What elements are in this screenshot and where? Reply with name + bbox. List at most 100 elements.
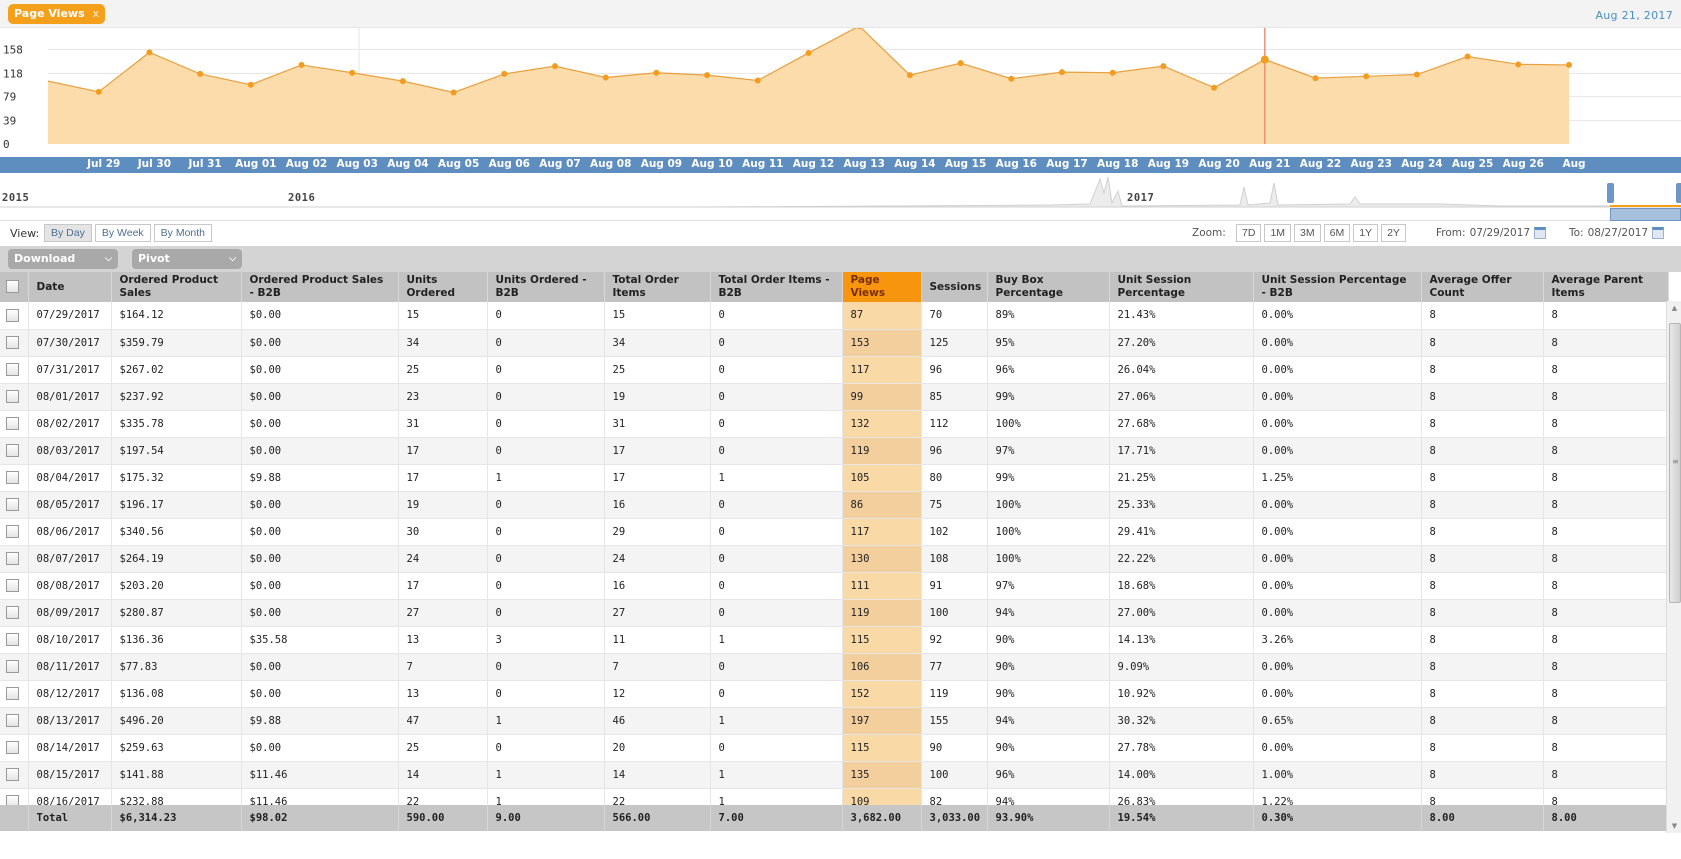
from-date-input[interactable]: 07/29/2017: [1470, 227, 1531, 239]
table-row[interactable]: 08/03/2017 $197.54 $0.00 17 0 17 0 119 96 97% 17.7…: [0, 437, 1669, 465]
table-cell: 13: [398, 626, 488, 654]
table-row[interactable]: 08/14/2017 $259.63 $0.00 25 0 20 0 115 90 90% 27.7…: [0, 734, 1669, 762]
table-row[interactable]: 08/15/2017 $141.88 $11.46 14 1 14 1 135 100 96% 14…: [0, 761, 1669, 789]
table-row[interactable]: 08/10/2017 $136.36 $35.58 13 3 11 1 115 92 90% 14.…: [0, 626, 1669, 654]
close-icon[interactable]: x: [93, 4, 100, 24]
table-cell: $203.20: [111, 572, 242, 600]
table-row[interactable]: 07/30/2017 $359.79 $0.00 34 0 34 0 153 125 95% 27.…: [0, 329, 1669, 357]
zoom-buttons: 7D 1M 3M 6M 1Y 2Y: [1236, 224, 1406, 242]
view-by-month-button[interactable]: By Month: [153, 224, 213, 242]
table-row[interactable]: 07/29/2017 $164.12 $0.00 15 0 15 0 87 70 89% 21.43…: [0, 302, 1669, 330]
scroll-up-icon[interactable]: ▲: [1667, 301, 1681, 315]
column-header[interactable]: Ordered Product Sales - B2B: [241, 272, 399, 302]
column-header[interactable]: Units Ordered: [398, 272, 488, 302]
scrollbar-thumb[interactable]: ≡: [1669, 323, 1681, 603]
x-tick-label: Aug 20: [1198, 158, 1240, 170]
column-header[interactable]: Unit Session Percentage: [1109, 272, 1254, 302]
row-checkbox[interactable]: [6, 687, 19, 700]
table-row[interactable]: 08/11/2017 $77.83 $0.00 7 0 7 0 106 77 90% 9.09% 0.…: [0, 653, 1669, 681]
row-checkbox[interactable]: [6, 525, 19, 538]
table-row[interactable]: 08/06/2017 $340.56 $0.00 30 0 29 0 117 102 100% 29…: [0, 518, 1669, 546]
table-row[interactable]: 08/09/2017 $280.87 $0.00 27 0 27 0 119 100 94% 27.…: [0, 599, 1669, 627]
table-scrollbar[interactable]: ▲ ≡ ▼: [1666, 301, 1681, 833]
metric-pill-page-views[interactable]: Page Views x: [8, 4, 106, 24]
column-header[interactable]: Total Order Items - B2B: [710, 272, 843, 302]
navigator-right-handle[interactable]: [1676, 183, 1681, 203]
row-checkbox[interactable]: [6, 552, 19, 565]
row-checkbox[interactable]: [6, 633, 19, 646]
row-checkbox[interactable]: [6, 660, 19, 673]
row-checkbox[interactable]: [6, 714, 19, 727]
table-cell: 20: [604, 734, 711, 762]
table-cell: 75: [921, 491, 988, 519]
column-header[interactable]: Date: [28, 272, 112, 302]
table-cell: 8: [1543, 302, 1669, 330]
zoom-6m-button[interactable]: 6M: [1323, 224, 1351, 242]
table-row[interactable]: 08/08/2017 $203.20 $0.00 17 0 16 0 111 91 97% 18.6…: [0, 572, 1669, 600]
range-navigator[interactable]: 2015 2016 2017: [0, 173, 1681, 221]
table-row[interactable]: 08/02/2017 $335.78 $0.00 31 0 31 0 132 112 100% 27…: [0, 410, 1669, 438]
column-header-page-views[interactable]: Page Views: [842, 272, 922, 302]
column-header[interactable]: Sessions: [921, 272, 988, 302]
table-row[interactable]: 08/13/2017 $496.20 $9.88 47 1 46 1 197 155 94% 30.…: [0, 707, 1669, 735]
table-row[interactable]: 08/04/2017 $175.32 $9.88 17 1 17 1 105 80 99% 21.2…: [0, 464, 1669, 492]
row-checkbox[interactable]: [6, 795, 19, 805]
row-checkbox[interactable]: [6, 308, 19, 322]
zoom-2y-button[interactable]: 2Y: [1381, 224, 1406, 242]
calendar-icon[interactable]: [1534, 227, 1547, 239]
column-header[interactable]: Unit Session Percentage - B2B: [1253, 272, 1422, 302]
column-header[interactable]: Units Ordered - B2B: [487, 272, 605, 302]
table-row[interactable]: 07/31/2017 $267.02 $0.00 25 0 25 0 117 96 96% 26.0…: [0, 356, 1669, 384]
navigator-left-handle[interactable]: [1607, 183, 1614, 203]
view-by-day-button[interactable]: By Day: [44, 224, 92, 242]
table-cell: 90%: [987, 653, 1110, 681]
column-header[interactable]: Total Order Items: [604, 272, 711, 302]
zoom-1y-button[interactable]: 1Y: [1353, 224, 1379, 242]
table-row[interactable]: 08/16/2017 $232.88 $11.46 22 1 22 1 109 82 94% 26.…: [0, 788, 1669, 805]
table-cell: 0.00%: [1253, 734, 1422, 762]
table-row[interactable]: 08/07/2017 $264.19 $0.00 24 0 24 0 130 108 100% 22…: [0, 545, 1669, 573]
row-checkbox[interactable]: [6, 768, 19, 781]
chevron-down-icon: ⌵: [105, 254, 112, 264]
table-row[interactable]: 08/12/2017 $136.08 $0.00 13 0 12 0 152 119 90% 10.…: [0, 680, 1669, 708]
page-views-chart[interactable]: 0 39 79 118 158: [0, 28, 1681, 156]
select-all-checkbox[interactable]: [6, 280, 19, 294]
chevron-down-icon: ⌵: [229, 254, 236, 264]
row-checkbox[interactable]: [6, 417, 19, 430]
table-cell: $35.58: [241, 626, 399, 654]
pivot-dropdown[interactable]: Pivot ⌵: [132, 249, 242, 269]
row-checkbox[interactable]: [6, 336, 19, 349]
download-dropdown[interactable]: Download ⌵: [8, 249, 118, 269]
table-row[interactable]: 08/05/2017 $196.17 $0.00 19 0 16 0 86 75 100% 25.3…: [0, 491, 1669, 519]
row-checkbox[interactable]: [6, 579, 19, 592]
to-date-input[interactable]: 08/27/2017: [1588, 227, 1649, 239]
y-tick-label: 118: [3, 67, 23, 80]
row-checkbox[interactable]: [6, 471, 19, 484]
scroll-down-icon[interactable]: ▼: [1667, 819, 1681, 833]
zoom-1m-button[interactable]: 1M: [1264, 224, 1292, 242]
table-cell: 90%: [987, 680, 1110, 708]
column-header[interactable]: Average Offer Count: [1421, 272, 1544, 302]
table-cell: 11: [604, 626, 711, 654]
row-checkbox[interactable]: [6, 444, 19, 457]
zoom-7d-button[interactable]: 7D: [1236, 224, 1262, 242]
row-checkbox[interactable]: [6, 606, 19, 619]
x-tick-label: Aug 18: [1096, 158, 1139, 170]
table-cell: 25: [604, 356, 711, 384]
column-header[interactable]: Average Parent Items: [1543, 272, 1669, 302]
column-header[interactable]: Ordered Product Sales: [111, 272, 242, 302]
zoom-3m-button[interactable]: 3M: [1294, 224, 1321, 242]
x-tick-label: Aug 17: [1046, 158, 1088, 170]
table-cell: $11.46: [241, 761, 399, 789]
action-toolbar: Download ⌵ Pivot ⌵: [0, 246, 1681, 272]
row-checkbox[interactable]: [6, 363, 19, 376]
row-checkbox[interactable]: [6, 498, 19, 511]
calendar-icon[interactable]: [1652, 227, 1665, 239]
table-cell: 8: [1421, 329, 1544, 357]
column-header[interactable]: Buy Box Percentage: [987, 272, 1110, 302]
navigator-selection[interactable]: [1610, 208, 1681, 221]
table-row[interactable]: 08/01/2017 $237.92 $0.00 23 0 19 0 99 85 99% 27.06…: [0, 383, 1669, 411]
view-by-week-button[interactable]: By Week: [94, 224, 151, 242]
row-checkbox[interactable]: [6, 741, 19, 754]
row-checkbox[interactable]: [6, 390, 19, 403]
